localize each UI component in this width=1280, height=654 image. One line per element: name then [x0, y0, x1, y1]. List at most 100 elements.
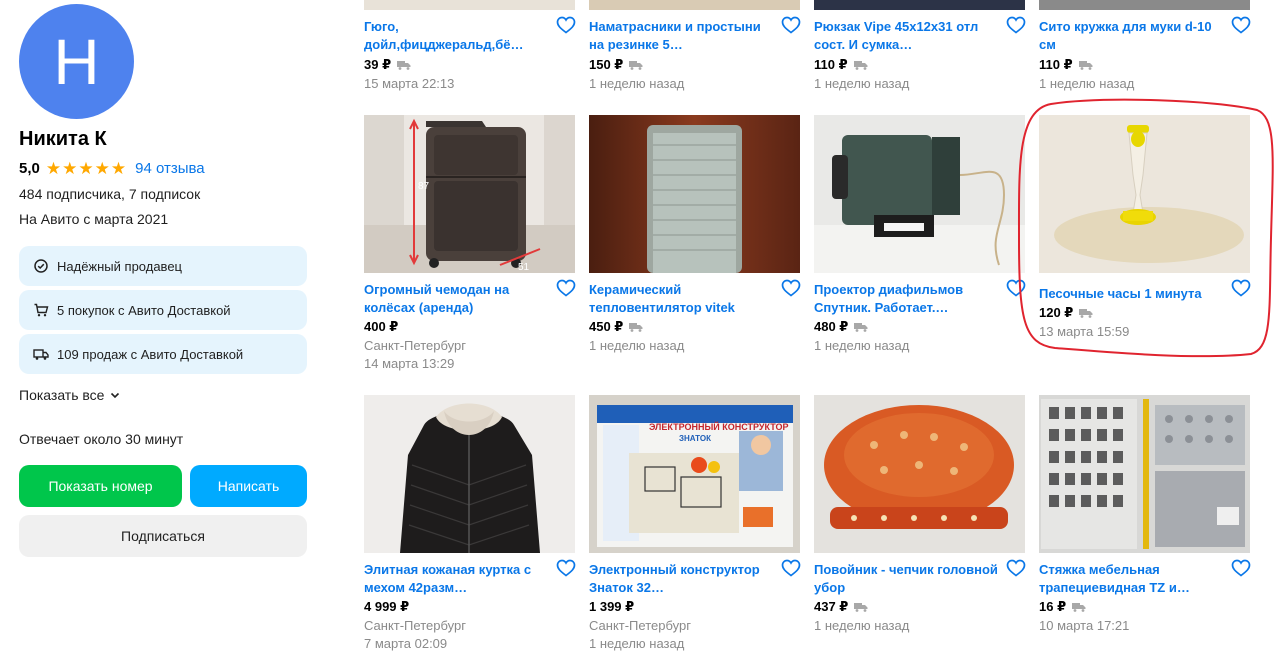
listing-image[interactable]: [364, 0, 575, 10]
rating-value: 5,0: [19, 160, 40, 177]
listing-title[interactable]: Электронный конструктор Знаток 32…: [589, 561, 775, 596]
heart-icon[interactable]: [781, 559, 801, 577]
price-row: 39 ₽: [364, 57, 411, 73]
jacket-photo: [364, 395, 575, 553]
listing-title[interactable]: Гюго, дойл,фицджеральд,бё…: [364, 18, 550, 53]
heart-icon[interactable]: [781, 16, 801, 34]
heart-icon[interactable]: [1231, 279, 1251, 297]
badge-label: Надёжный продавец: [57, 258, 182, 274]
listing-title[interactable]: Наматрасники и простыни на резинке 5…: [589, 18, 775, 53]
listing-price: 39 ₽: [364, 57, 392, 72]
listing-date: 1 неделю назад: [814, 338, 910, 353]
heart-icon[interactable]: [1231, 559, 1251, 577]
price-row: 120 ₽: [1039, 305, 1093, 321]
subscribers-count: 484 подписчика, 7 подписок: [19, 186, 201, 202]
price-row: 16 ₽: [1039, 599, 1086, 615]
listing-image[interactable]: [1039, 395, 1250, 553]
badge-purchases[interactable]: 5 покупок с Авито Доставкой: [19, 290, 307, 330]
listing-price: 437 ₽: [814, 599, 849, 614]
heart-icon[interactable]: [1006, 559, 1026, 577]
star-icon: ★: [78, 159, 94, 178]
listing-title[interactable]: Проектор диафильмов Спутник. Работает.…: [814, 281, 1000, 316]
kit-photo: ЭЛЕКТРОННЫЙ КОНСТРУКТОР ЗНАТОК: [589, 395, 800, 553]
heater-photo: [589, 115, 800, 273]
listing-image[interactable]: [814, 0, 1025, 10]
seller-sidebar: Н Никита К 5,0 ★ ★ ★ ★ ★ 94 отзыва 484 п…: [0, 0, 330, 654]
hat-photo: [814, 395, 1025, 553]
ties-photo: [1039, 395, 1250, 553]
star-icon: ★: [94, 159, 110, 178]
listing-date: 1 неделю назад: [1039, 76, 1135, 91]
listing-image[interactable]: [814, 395, 1025, 553]
heart-icon[interactable]: [556, 559, 576, 577]
listing-location: Санкт-Петербург: [364, 338, 466, 353]
suitcase-height-label: 87: [418, 181, 430, 192]
listing-price: 450 ₽: [589, 319, 624, 334]
reviews-link[interactable]: 94 отзыва: [135, 160, 205, 177]
heart-icon[interactable]: [556, 279, 576, 297]
badge-reliable-seller[interactable]: Надёжный продавец: [19, 246, 307, 286]
show-all-label: Показать все: [19, 387, 105, 403]
listing-price: 16 ₽: [1039, 599, 1067, 614]
projector-photo: [814, 115, 1025, 273]
listing-image[interactable]: ЭЛЕКТРОННЫЙ КОНСТРУКТОР ЗНАТОК: [589, 395, 800, 553]
response-time: Отвечает около 30 минут: [19, 431, 184, 447]
delivery-truck-icon: [629, 322, 643, 332]
rating-stars: ★ ★ ★ ★ ★: [46, 160, 127, 177]
listing-title[interactable]: Элитная кожаная куртка с мехом 42разм…: [364, 561, 550, 596]
listing-title[interactable]: Сито кружка для муки d-10 см: [1039, 18, 1225, 53]
listing-date: 10 марта 17:21: [1039, 618, 1130, 633]
listing-price: 110 ₽: [814, 57, 848, 72]
listing-location: Санкт-Петербург: [364, 618, 466, 633]
listing-image[interactable]: [364, 395, 575, 553]
listing-title[interactable]: Керамический тепловентилятор vitek: [589, 281, 775, 316]
listing-price: 480 ₽: [814, 319, 849, 334]
listing-date: 1 неделю назад: [589, 636, 685, 651]
rating-row: 5,0 ★ ★ ★ ★ ★ 94 отзыва: [19, 160, 205, 177]
heart-icon[interactable]: [781, 279, 801, 297]
listing-price: 110 ₽: [1039, 57, 1073, 72]
listing-date: 1 неделю назад: [814, 76, 910, 91]
heart-icon[interactable]: [1231, 16, 1251, 34]
listing-image[interactable]: [1039, 0, 1250, 10]
seller-name[interactable]: Никита К: [19, 128, 107, 151]
price-row: 1 399 ₽: [589, 599, 634, 615]
listing-image[interactable]: [814, 115, 1025, 273]
price-row: 400 ₽: [364, 319, 398, 335]
listing-title[interactable]: Рюкзак Vipe 45x12x31 отл сост. И сумка…: [814, 18, 1000, 53]
price-row: 110 ₽: [1039, 57, 1093, 73]
show-phone-button[interactable]: Показать номер: [19, 465, 182, 507]
listing-date: 1 неделю назад: [814, 618, 910, 633]
listing-price: 4 999 ₽: [364, 599, 410, 614]
badge-sales[interactable]: 109 продаж с Авито Доставкой: [19, 334, 307, 374]
listing-date: 13 марта 15:59: [1039, 324, 1130, 339]
listing-image[interactable]: [589, 0, 800, 10]
heart-icon[interactable]: [1006, 16, 1026, 34]
heart-icon[interactable]: [556, 16, 576, 34]
listing-image[interactable]: 87 51: [364, 115, 575, 273]
check-circle-icon: [33, 258, 49, 274]
hourglass-photo: [1039, 115, 1250, 273]
price-row: 437 ₽: [814, 599, 868, 615]
listing-price: 400 ₽: [364, 319, 399, 334]
member-since: На Авито с марта 2021: [19, 211, 169, 227]
write-message-button[interactable]: Написать: [190, 465, 307, 507]
badge-label: 109 продаж с Авито Доставкой: [57, 346, 244, 362]
listing-location: Санкт-Петербург: [589, 618, 691, 633]
heart-icon[interactable]: [1006, 279, 1026, 297]
listing-date: 14 марта 13:29: [364, 356, 455, 371]
truck-icon: [33, 346, 49, 362]
listing-image[interactable]: [1039, 115, 1250, 273]
delivery-truck-icon: [629, 60, 643, 70]
listing-date: 1 неделю назад: [589, 76, 685, 91]
delivery-truck-icon: [854, 322, 868, 332]
show-all-link[interactable]: Показать все: [19, 387, 121, 403]
listing-image[interactable]: [589, 115, 800, 273]
delivery-truck-icon: [1079, 308, 1093, 318]
subscribe-button[interactable]: Подписаться: [19, 515, 307, 557]
listing-title[interactable]: Стяжка мебельная трапециевидная TZ и…: [1039, 561, 1225, 596]
listing-title[interactable]: Огромный чемодан на колёсах (аренда): [364, 281, 550, 316]
price-row: 480 ₽: [814, 319, 868, 335]
listing-title[interactable]: Повойник - чепчик головной убор: [814, 561, 1000, 596]
avatar[interactable]: Н: [19, 4, 134, 119]
